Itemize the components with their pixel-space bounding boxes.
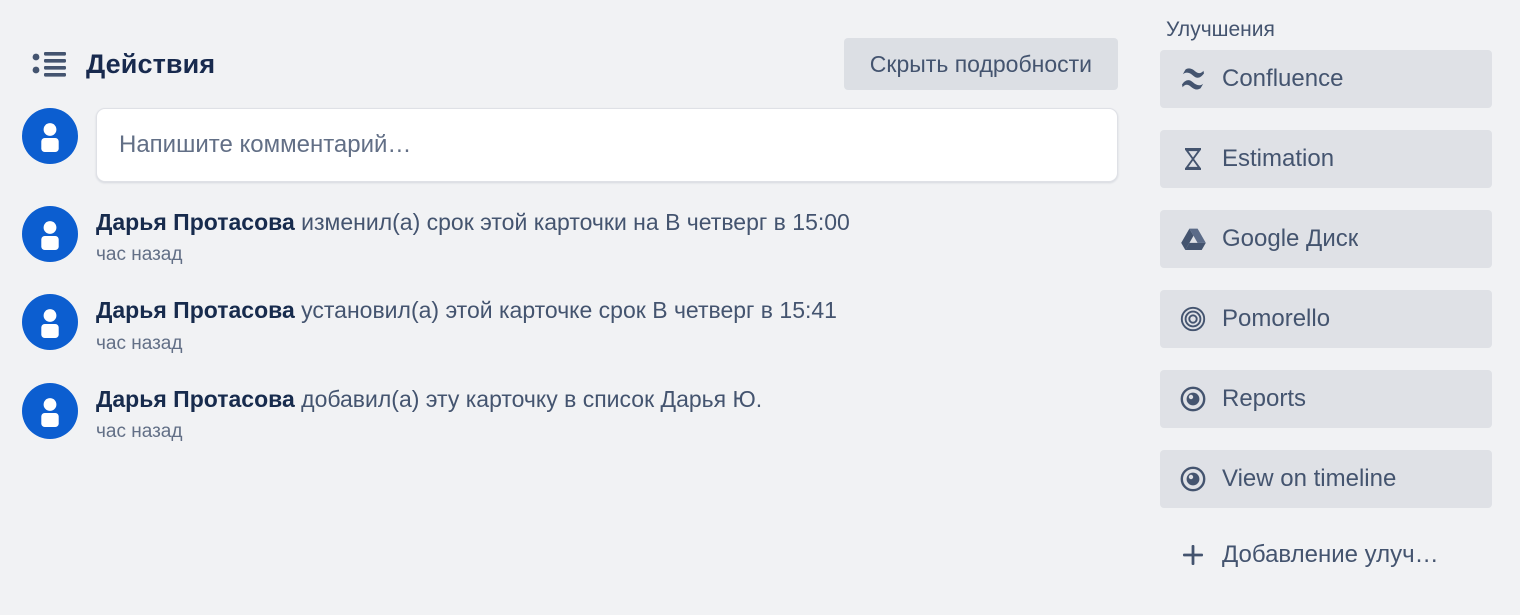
powerup-item-estimation[interactable]: Estimation: [1160, 130, 1492, 188]
comment-input-placeholder: Напишите комментарий…: [119, 131, 412, 158]
powerup-label: Confluence: [1222, 65, 1344, 92]
powerup-item-reports[interactable]: Reports: [1160, 370, 1492, 428]
powerup-item-google-drive[interactable]: Google Диск: [1160, 210, 1492, 268]
add-powerup-button[interactable]: Добавление улуч…: [1160, 530, 1492, 580]
activity-item-body: Дарья Протасова добавил(а) эту карточку …: [96, 383, 762, 443]
activity-action-text: изменил(а) срок этой карточки на В четве…: [294, 209, 850, 235]
powerup-item-view-on-timeline[interactable]: View on timeline: [1160, 450, 1492, 508]
hourglass-icon: [1176, 142, 1210, 176]
powerup-label: View on timeline: [1222, 465, 1397, 492]
user-avatar-icon: [22, 206, 78, 262]
google-drive-icon: [1176, 222, 1210, 256]
target-rings-icon: [1176, 302, 1210, 336]
powerup-label: Google Диск: [1222, 225, 1359, 252]
activity-timestamp: час назад: [96, 244, 183, 266]
powerup-label: Reports: [1222, 385, 1307, 412]
activity-item: Дарья Протасова добавил(а) эту карточку …: [22, 382, 1118, 443]
plus-icon: [1176, 538, 1210, 572]
activity-item-body: Дарья Протасова изменил(а) срок этой кар…: [96, 206, 850, 266]
page-title: Действия: [86, 48, 216, 79]
powerup-item-pomorello[interactable]: Pomorello: [1160, 290, 1492, 348]
activity-member-name[interactable]: Дарья Протасова: [96, 297, 295, 323]
activity-timestamp: час назад: [96, 332, 183, 354]
activity-item-body: Дарья Протасова установил(а) этой карточ…: [96, 294, 837, 354]
card-detail-panel: Действия Скрыть подробности Напишите ком…: [0, 0, 1520, 615]
confluence-icon: [1176, 62, 1210, 96]
activity-member-name[interactable]: Дарья Протасова: [96, 209, 295, 235]
list-ul-icon: [28, 43, 70, 85]
add-powerup-label: Добавление улуч…: [1222, 541, 1439, 568]
eye-target-icon: [1176, 382, 1210, 416]
activity-action-text: добавил(а) эту карточку в список Дарья Ю…: [294, 385, 763, 412]
powerups-title: Улучшения: [1166, 18, 1275, 41]
powerups-sidebar: Улучшения Confluence Estimation Google Д…: [1140, 0, 1520, 615]
comment-input[interactable]: Напишите комментарий…: [96, 108, 1118, 182]
powerup-item-confluence[interactable]: Confluence: [1160, 50, 1492, 108]
activity-item: Дарья Протасова изменил(а) срок этой кар…: [22, 206, 1118, 266]
comment-composer-row: Напишите комментарий…: [22, 108, 1118, 182]
activity-feed: Дарья Протасова изменил(а) срок этой кар…: [22, 206, 1118, 443]
user-avatar-icon: [22, 382, 78, 439]
activity-item-text: Дарья Протасова изменил(а) срок этой кар…: [96, 208, 850, 237]
activity-section: Действия Скрыть подробности Напишите ком…: [0, 0, 1140, 615]
user-avatar-icon: [22, 108, 78, 164]
activity-item: Дарья Протасова установил(а) этой карточ…: [22, 294, 1118, 354]
activity-item-text: Дарья Протасова установил(а) этой карточ…: [96, 296, 837, 325]
activity-item-text: Дарья Протасова добавил(а) эту карточку …: [96, 385, 762, 414]
eye-target-icon: [1176, 462, 1210, 496]
user-avatar-icon: [22, 294, 78, 351]
hide-details-button[interactable]: Скрыть подробности: [843, 38, 1118, 90]
powerup-label: Estimation: [1222, 145, 1335, 172]
powerup-label: Pomorello: [1222, 305, 1331, 332]
activity-header: Действия Скрыть подробности: [22, 36, 1118, 92]
activity-action-text: установил(а) этой карточке срок В четвер…: [294, 297, 837, 324]
activity-timestamp: час назад: [96, 421, 183, 443]
activity-member-name[interactable]: Дарья Протасова: [96, 386, 295, 412]
